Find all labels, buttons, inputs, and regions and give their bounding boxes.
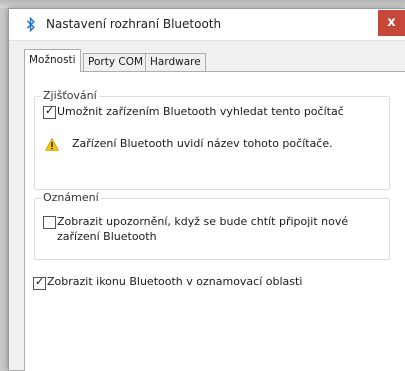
discovery-group: Zjišťování ✓ Umožnit zařízením Bluetooth…	[34, 89, 390, 190]
alert-new-device-label-line1[interactable]: Zobrazit upozornění, když se bude chtít …	[57, 215, 348, 228]
tab-label: Možnosti	[29, 54, 76, 66]
tab-com-ports[interactable]: Porty COM	[83, 53, 149, 71]
notifications-group: Oznámení Zobrazit upozornění, když se bu…	[34, 191, 390, 260]
allow-discovery-checkbox[interactable]: ✓	[43, 104, 56, 119]
warning-icon	[45, 138, 59, 151]
show-icon-checkbox[interactable]: ✓	[33, 275, 46, 290]
tab-label: Hardware	[150, 56, 201, 68]
bluetooth-icon	[26, 17, 35, 32]
close-button[interactable]: x	[378, 10, 405, 36]
alert-new-device-checkbox[interactable]	[43, 216, 56, 229]
title-bar[interactable]: Nastavení rozhraní Bluetooth x	[9, 9, 405, 41]
discovery-legend: Zjišťování	[41, 89, 99, 102]
alert-new-device-label-line2[interactable]: zařízení Bluetooth	[57, 230, 157, 243]
options-panel: Zjišťování ✓ Umožnit zařízením Bluetooth…	[24, 71, 405, 371]
check-icon: ✓	[45, 104, 55, 117]
close-icon: x	[387, 15, 396, 30]
show-icon-label[interactable]: Zobrazit ikonu Bluetooth v oznamovací ob…	[47, 275, 302, 288]
tab-hardware[interactable]: Hardware	[145, 53, 206, 71]
desktop-background	[0, 0, 405, 8]
window-title: Nastavení rozhraní Bluetooth	[46, 17, 222, 31]
tab-options[interactable]: Možnosti	[24, 49, 81, 72]
allow-discovery-label[interactable]: Umožnit zařízením Bluetooth vyhledat ten…	[57, 105, 344, 118]
tab-label: Porty COM	[88, 56, 144, 68]
notifications-legend: Oznámení	[41, 191, 101, 204]
check-icon: ✓	[35, 275, 45, 288]
bluetooth-settings-window: Nastavení rozhraní Bluetooth x Možnosti …	[8, 8, 405, 371]
discovery-warning-text: Zařízení Bluetooth uvidí název tohoto po…	[72, 137, 333, 150]
